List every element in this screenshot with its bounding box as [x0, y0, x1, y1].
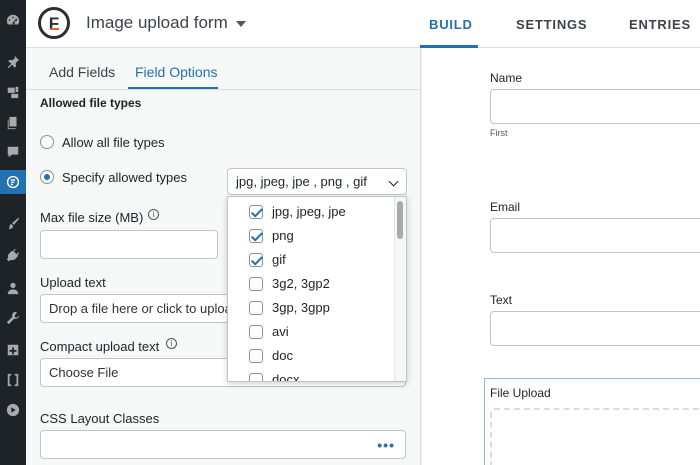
file-upload-dropzone[interactable] — [490, 408, 700, 465]
text-field-label: Text — [490, 293, 513, 307]
file-types-select[interactable]: jpg, jpeg, jpe , png , gif — [227, 168, 407, 195]
option-label: doc — [272, 348, 293, 363]
list-item[interactable]: 3gp, 3gpp — [228, 296, 396, 320]
option-checkbox[interactable] — [249, 205, 263, 219]
name-field-label: Name — [490, 71, 523, 85]
list-item[interactable]: gif — [228, 248, 396, 272]
dashboard-icon[interactable] — [0, 8, 26, 32]
brackets-icon[interactable] — [0, 368, 26, 392]
list-item[interactable]: avi — [228, 320, 396, 344]
list-item[interactable]: jpg, jpeg, jpe — [228, 200, 396, 224]
option-checkbox[interactable] — [249, 373, 263, 381]
settings-plus-icon[interactable] — [0, 338, 26, 362]
video-play-icon[interactable] — [0, 398, 26, 422]
file-upload-field-label: File Upload — [490, 386, 551, 400]
more-options-icon[interactable]: ••• — [377, 437, 395, 453]
option-label: gif — [272, 252, 286, 267]
panel-tabs: Add Fields Field Options — [26, 48, 420, 90]
tab-add-fields[interactable]: Add Fields — [49, 64, 115, 80]
allow-all-radio[interactable] — [40, 135, 54, 149]
max-file-size-input[interactable] — [40, 230, 218, 259]
specify-allowed-label[interactable]: Specify allowed types — [62, 170, 187, 185]
formidable-forms-icon[interactable] — [0, 170, 26, 194]
tools-wrench-icon[interactable] — [0, 306, 26, 330]
list-item[interactable]: doc — [228, 344, 396, 368]
formidable-logo-icon[interactable]: F — [38, 7, 70, 39]
option-label: 3gp, 3gpp — [272, 300, 330, 315]
tab-active-underline — [128, 87, 218, 89]
list-item[interactable]: docx — [228, 368, 396, 382]
max-file-size-label: Max file size (MB) — [40, 210, 144, 225]
title-dropdown-caret-icon[interactable] — [236, 21, 246, 27]
list-item[interactable]: 3g2, 3gp2 — [228, 272, 396, 296]
option-label: avi — [272, 324, 289, 339]
option-checkbox[interactable] — [249, 253, 263, 267]
info-icon[interactable]: i — [166, 338, 177, 349]
option-checkbox[interactable] — [249, 277, 263, 291]
compact-upload-label: Compact upload text — [40, 339, 160, 354]
field-options-panel: Add Fields Field Options Allowed file ty… — [26, 48, 421, 465]
allowed-file-types-heading: Allowed file types — [40, 96, 142, 110]
option-checkbox[interactable] — [249, 301, 263, 315]
name-field-input[interactable] — [490, 89, 700, 124]
info-icon[interactable]: i — [148, 209, 159, 220]
option-label: jpg, jpeg, jpe — [272, 204, 346, 219]
nav-tab-settings[interactable]: SETTINGS — [516, 17, 587, 32]
option-checkbox[interactable] — [249, 229, 263, 243]
form-preview: Name First Email Text File Upload — [422, 48, 700, 465]
form-builder-header: F Image upload form BUILD SETTINGS ENTRI… — [26, 0, 700, 48]
users-icon[interactable] — [0, 276, 26, 300]
list-item[interactable]: png — [228, 224, 396, 248]
tab-field-options[interactable]: Field Options — [135, 64, 217, 80]
nav-tab-entries[interactable]: ENTRIES — [629, 17, 691, 32]
form-title[interactable]: Image upload form — [86, 13, 228, 33]
appearance-brush-icon[interactable] — [0, 212, 26, 236]
dropdown-scrollbar[interactable] — [394, 197, 406, 381]
option-label: png — [272, 228, 294, 243]
nav-tab-build[interactable]: BUILD — [429, 17, 473, 32]
css-layout-input[interactable]: ••• — [40, 430, 406, 459]
file-types-select-value: jpg, jpeg, jpe , png , gif — [236, 174, 367, 189]
option-checkbox[interactable] — [249, 349, 263, 363]
allow-all-label[interactable]: Allow all file types — [62, 135, 165, 150]
option-label: 3g2, 3gp2 — [272, 276, 330, 291]
media-icon[interactable] — [0, 80, 26, 104]
pages-icon[interactable] — [0, 111, 26, 135]
css-layout-label: CSS Layout Classes — [40, 411, 160, 426]
option-label: docx — [272, 372, 300, 382]
chevron-down-icon — [388, 176, 399, 187]
logo-accent-bar — [50, 28, 59, 30]
comments-icon[interactable] — [0, 140, 26, 164]
name-first-sublabel: First — [490, 128, 508, 138]
file-types-dropdown-list[interactable]: jpg, jpeg, jpe png gif 3g2, 3gp2 3gp, 3g… — [227, 196, 407, 382]
upload-text-label: Upload text — [40, 275, 106, 290]
option-checkbox[interactable] — [249, 325, 263, 339]
specify-allowed-radio[interactable] — [40, 170, 54, 184]
posts-pin-icon[interactable] — [0, 50, 26, 74]
wp-admin-sidebar — [0, 0, 26, 465]
text-field-input[interactable] — [490, 311, 700, 346]
email-field-input[interactable] — [490, 218, 700, 253]
email-field-label: Email — [490, 200, 521, 214]
plugins-icon[interactable] — [0, 243, 26, 267]
scrollbar-thumb[interactable] — [397, 201, 403, 239]
